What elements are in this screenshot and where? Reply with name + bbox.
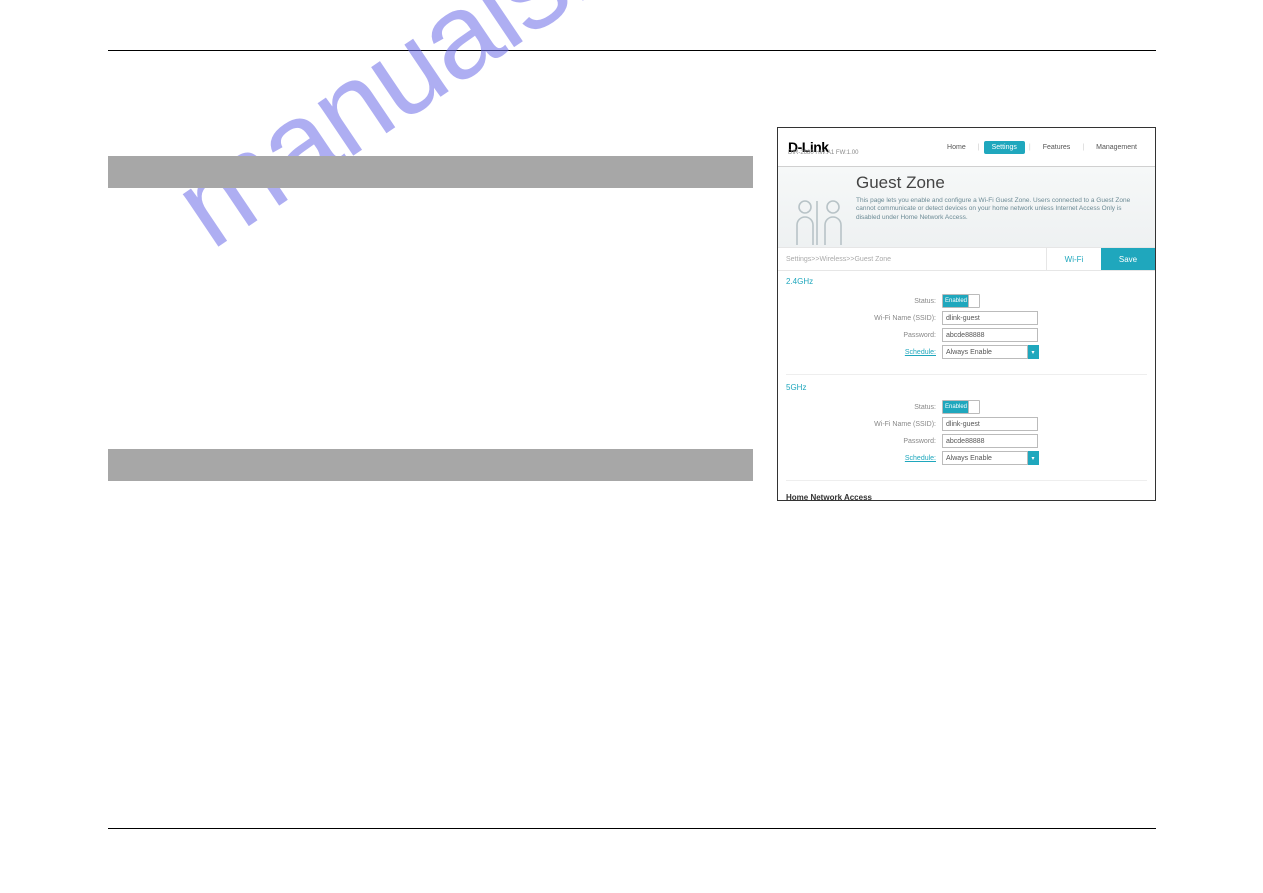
nav-management[interactable]: Management bbox=[1088, 141, 1145, 154]
nav-settings[interactable]: Settings bbox=[984, 141, 1025, 154]
input-5-password[interactable]: abcde88888 bbox=[942, 434, 1038, 448]
hna-header: Home Network Access bbox=[786, 493, 1147, 501]
section-24ghz: 2.4GHz Status: Enabled Wi-Fi Name (SSID)… bbox=[778, 271, 1155, 372]
row-5-status: Status: Enabled bbox=[786, 400, 1147, 414]
hero-description: This page lets you enable and configure … bbox=[856, 197, 1136, 222]
hero-title: Guest Zone bbox=[856, 173, 1136, 193]
label-24-password: Password: bbox=[786, 332, 942, 339]
section-divider bbox=[786, 480, 1147, 481]
select-24-schedule[interactable]: Always Enable bbox=[942, 345, 1028, 359]
toggle-5-status[interactable]: Enabled bbox=[942, 400, 980, 414]
label-5-schedule[interactable]: Schedule: bbox=[905, 455, 936, 462]
router-nav: Home | Settings | Features | Management bbox=[939, 141, 1145, 154]
label-24-ssid: Wi-Fi Name (SSID): bbox=[786, 315, 942, 322]
toggle-knob-icon bbox=[968, 295, 979, 307]
section-divider bbox=[786, 374, 1147, 375]
wifi-button[interactable]: Wi-Fi bbox=[1046, 248, 1101, 270]
page-top-rule bbox=[108, 50, 1156, 51]
select-5-schedule[interactable]: Always Enable bbox=[942, 451, 1028, 465]
left-gray-band-2 bbox=[108, 449, 753, 481]
left-gray-band-1 bbox=[108, 156, 753, 188]
nav-features[interactable]: Features bbox=[1035, 141, 1079, 154]
save-button[interactable]: Save bbox=[1101, 248, 1155, 270]
router-ui-screenshot: D-Link DIR-2680 HW:A1 FW:1.00 Home | Set… bbox=[777, 127, 1156, 501]
row-24-password: Password: abcde88888 bbox=[786, 328, 1147, 342]
label-5-ssid: Wi-Fi Name (SSID): bbox=[786, 421, 942, 428]
row-5-ssid: Wi-Fi Name (SSID): dlink-guest bbox=[786, 417, 1147, 431]
model-line: DIR-2680 HW:A1 FW:1.00 bbox=[788, 150, 858, 156]
row-5-schedule: Schedule: Always Enable ▾ bbox=[786, 451, 1147, 465]
input-5-ssid[interactable]: dlink-guest bbox=[942, 417, 1038, 431]
nav-home[interactable]: Home bbox=[939, 141, 974, 154]
section-5ghz-header: 5GHz bbox=[786, 383, 1147, 392]
label-24-schedule[interactable]: Schedule: bbox=[905, 349, 936, 356]
guest-zone-icon bbox=[786, 173, 856, 247]
hero-banner: Guest Zone This page lets you enable and… bbox=[778, 167, 1155, 247]
chevron-down-icon[interactable]: ▾ bbox=[1027, 451, 1039, 465]
page-bottom-rule bbox=[108, 828, 1156, 829]
row-24-ssid: Wi-Fi Name (SSID): dlink-guest bbox=[786, 311, 1147, 325]
breadcrumb: Settings>>Wireless>>Guest Zone bbox=[778, 256, 891, 263]
chevron-down-icon[interactable]: ▾ bbox=[1027, 345, 1039, 359]
row-5-password: Password: abcde88888 bbox=[786, 434, 1147, 448]
toggle-knob-icon bbox=[968, 401, 979, 413]
label-5-password: Password: bbox=[786, 438, 942, 445]
toggle-5-status-value: Enabled bbox=[943, 401, 969, 413]
nav-sep: | bbox=[978, 144, 980, 151]
input-24-password[interactable]: abcde88888 bbox=[942, 328, 1038, 342]
section-5ghz: 5GHz Status: Enabled Wi-Fi Name (SSID): … bbox=[778, 377, 1155, 478]
nav-sep: | bbox=[1029, 144, 1031, 151]
input-24-ssid[interactable]: dlink-guest bbox=[942, 311, 1038, 325]
row-24-status: Status: Enabled bbox=[786, 294, 1147, 308]
hero-text: Guest Zone This page lets you enable and… bbox=[856, 173, 1136, 247]
section-home-network-access: Home Network Access Internet Access Only… bbox=[778, 483, 1155, 501]
toggle-24-status[interactable]: Enabled bbox=[942, 294, 980, 308]
section-24ghz-header: 2.4GHz bbox=[786, 277, 1147, 286]
row-24-schedule: Schedule: Always Enable ▾ bbox=[786, 345, 1147, 359]
label-5-status: Status: bbox=[786, 404, 942, 411]
breadcrumb-row: Settings>>Wireless>>Guest Zone Wi-Fi Sav… bbox=[778, 247, 1155, 271]
router-header: D-Link DIR-2680 HW:A1 FW:1.00 Home | Set… bbox=[778, 128, 1155, 167]
toggle-24-status-value: Enabled bbox=[943, 295, 969, 307]
nav-sep: | bbox=[1082, 144, 1084, 151]
label-24-status: Status: bbox=[786, 298, 942, 305]
